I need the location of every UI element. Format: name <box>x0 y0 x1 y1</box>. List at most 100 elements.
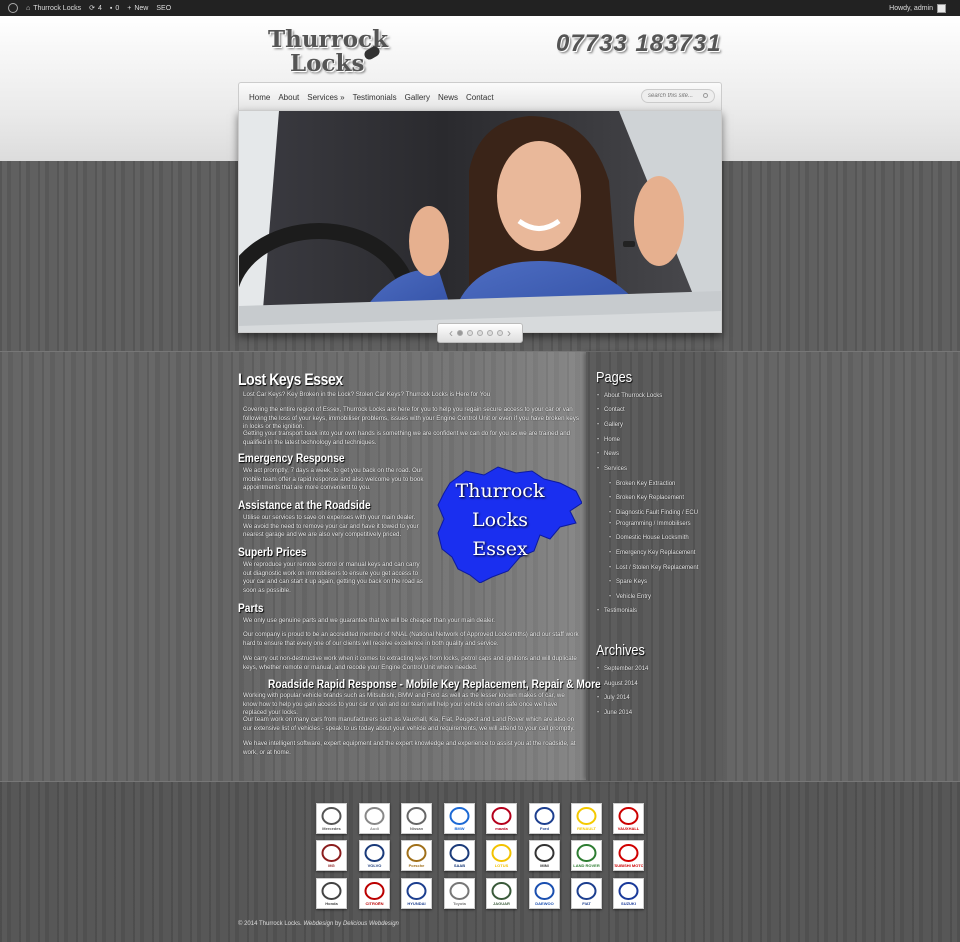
brand-emblem-icon: MITSUBISHI MOTORS <box>614 844 643 868</box>
brand-name: FIAT <box>582 901 591 906</box>
admin-account[interactable]: Howdy, admin <box>889 0 946 16</box>
brand-emblem-icon: Nissan <box>406 807 427 831</box>
brand-logo-land-rover: LAND ROVER <box>571 840 602 871</box>
brand-name: SAAB <box>454 863 465 868</box>
paragraph: Utilise our services to save on expenses… <box>243 514 419 538</box>
paragraph: Getting your transport back into your ow… <box>243 430 571 446</box>
slider-dot[interactable] <box>467 330 473 336</box>
footer-designer-link[interactable]: Delicious Webdesign <box>343 921 399 927</box>
brand-emblem-icon: Ford <box>534 807 555 831</box>
map-label: Essex <box>472 538 528 560</box>
paragraph: Covering the entire region of Essex, Thu… <box>243 406 579 430</box>
brand-logo-mini: MINI <box>529 840 560 871</box>
nav-contact[interactable]: Contact <box>466 93 494 102</box>
brand-logo-honda: Honda <box>316 878 347 909</box>
slider-dot[interactable] <box>487 330 493 336</box>
brand-logo-audi: Audi <box>359 803 390 834</box>
brand-emblem-icon: RENAULT <box>576 807 597 831</box>
footer-webdesign-link[interactable]: Webdesign <box>303 921 333 927</box>
heading-prices: Superb Prices <box>238 545 307 559</box>
brand-emblem-icon: Toyota <box>449 882 470 906</box>
brand-name: Toyota <box>453 901 467 906</box>
sidebar-sublink[interactable]: Domestic House Locksmith <box>609 534 689 542</box>
sidebar-sublink-cont[interactable]: Programming / Immobilisers <box>609 520 691 528</box>
sidebar-sublink[interactable]: Lost / Stolen Key Replacement <box>609 564 698 572</box>
sidebar-sublink[interactable]: Diagnostic Fault Finding / ECU <box>609 509 698 517</box>
paragraph: Working with popular vehicle brands such… <box>243 692 565 716</box>
brand-logo-mitsubishi-motors: MITSUBISHI MOTORS <box>613 840 644 871</box>
wood-band-footer <box>0 781 960 942</box>
sidebar-sublink[interactable]: Vehicle Entry <box>609 593 651 601</box>
admin-new[interactable]: + New <box>127 5 148 12</box>
slider-dot[interactable] <box>497 330 503 336</box>
brand-name: VAUXHALL <box>618 826 640 831</box>
brand-name: RENAULT <box>577 826 596 831</box>
brand-name: SUZUKI <box>621 901 636 906</box>
sidebar-link[interactable]: News <box>597 450 619 458</box>
phone-number: 07733 183731 <box>556 30 722 57</box>
brand-logo-ford: Ford <box>529 803 560 834</box>
heading-emergency: Emergency Response <box>238 451 345 465</box>
admin-bar: ⌂ Thurrock Locks ⟳ 4 ▪ 0 + New SEO Howdy… <box>0 0 960 16</box>
sidebar-link[interactable]: Home <box>597 436 620 444</box>
sidebar-link[interactable]: Testimonials <box>597 607 637 615</box>
brand-emblem-icon: HYUNDAI <box>406 882 427 906</box>
nav-home[interactable]: Home <box>249 93 270 102</box>
sidebar-sublink[interactable]: Emergency Key Replacement <box>609 549 695 557</box>
sidebar-link[interactable]: Gallery <box>597 421 623 429</box>
archive-link[interactable]: June 2014 <box>597 709 632 717</box>
brand-emblem-icon: SAAB <box>449 844 470 868</box>
hero-slider[interactable] <box>238 110 722 333</box>
brand-emblem-icon: VOLVO <box>364 844 385 868</box>
brand-logo-volvo: VOLVO <box>359 840 390 871</box>
brand-name: LOTUS <box>495 863 509 868</box>
sidebar-sublink[interactable]: Broken Key Replacement <box>609 494 684 502</box>
brand-emblem-icon: VAUXHALL <box>618 807 640 831</box>
slider-dot[interactable] <box>457 330 463 336</box>
archive-link[interactable]: September 2014 <box>597 665 648 673</box>
footer-credit: © 2014 Thurrock Locks. Webdesign by Deli… <box>238 921 399 927</box>
brand-emblem-icon: SUZUKI <box>618 882 639 906</box>
admin-updates[interactable]: ⟳ 4 <box>89 4 102 13</box>
nav-testimonials[interactable]: Testimonials <box>353 93 397 102</box>
slider-dot[interactable] <box>477 330 483 336</box>
brand-logo-toyota: Toyota <box>444 878 475 909</box>
site-logo[interactable]: Thurrock Locks <box>268 26 388 78</box>
brand-name: MG <box>328 863 334 868</box>
archive-link[interactable]: August 2014 <box>597 680 638 688</box>
brand-logo-suzuki: SUZUKI <box>613 878 644 909</box>
brand-emblem-icon: MG <box>321 844 342 868</box>
slider-next-icon[interactable]: › <box>507 327 511 339</box>
brand-emblem-icon: FIAT <box>576 882 597 906</box>
sidebar-sublink[interactable]: Broken Key Extraction <box>609 480 675 488</box>
admin-site-name[interactable]: ⌂ Thurrock Locks <box>26 5 81 12</box>
heading-roadside: Assistance at the Roadside <box>238 498 371 512</box>
brand-emblem-icon: Porsche <box>406 844 427 868</box>
nav-about[interactable]: About <box>278 93 299 102</box>
archive-link[interactable]: July 2014 <box>597 694 630 702</box>
brand-name: VOLVO <box>368 863 382 868</box>
sidebar-link[interactable]: Services <box>597 465 627 473</box>
brand-emblem-icon: MINI <box>534 844 555 868</box>
paragraph: We only use genuine parts and we guarant… <box>243 617 496 624</box>
slider-prev-icon[interactable]: ‹ <box>449 327 453 339</box>
refresh-icon: ⟳ <box>89 5 95 12</box>
sidebar-link[interactable]: Contact <box>597 406 625 414</box>
brand-name: Porsche <box>409 863 426 868</box>
search-icon[interactable] <box>703 93 708 98</box>
brand-logo-porsche: Porsche <box>401 840 432 871</box>
admin-seo[interactable]: SEO <box>156 5 171 12</box>
nav-services[interactable]: Services » <box>307 93 344 102</box>
brand-name: Mercedes <box>322 826 341 831</box>
brand-logo-vauxhall: VAUXHALL <box>613 803 644 834</box>
sidebar-sublink[interactable]: Spare Keys <box>609 578 647 586</box>
brand-name: LAND ROVER <box>573 863 600 868</box>
nav-news[interactable]: News <box>438 93 458 102</box>
search-input[interactable] <box>648 93 702 99</box>
nav-gallery[interactable]: Gallery <box>405 93 430 102</box>
brand-logo-mazda: mazda <box>486 803 517 834</box>
admin-comments[interactable]: ▪ 0 <box>110 5 119 12</box>
sidebar-link[interactable]: About Thurrock Locks <box>597 392 662 400</box>
wp-logo-icon[interactable] <box>8 3 18 13</box>
heading-parts: Parts <box>238 601 264 615</box>
